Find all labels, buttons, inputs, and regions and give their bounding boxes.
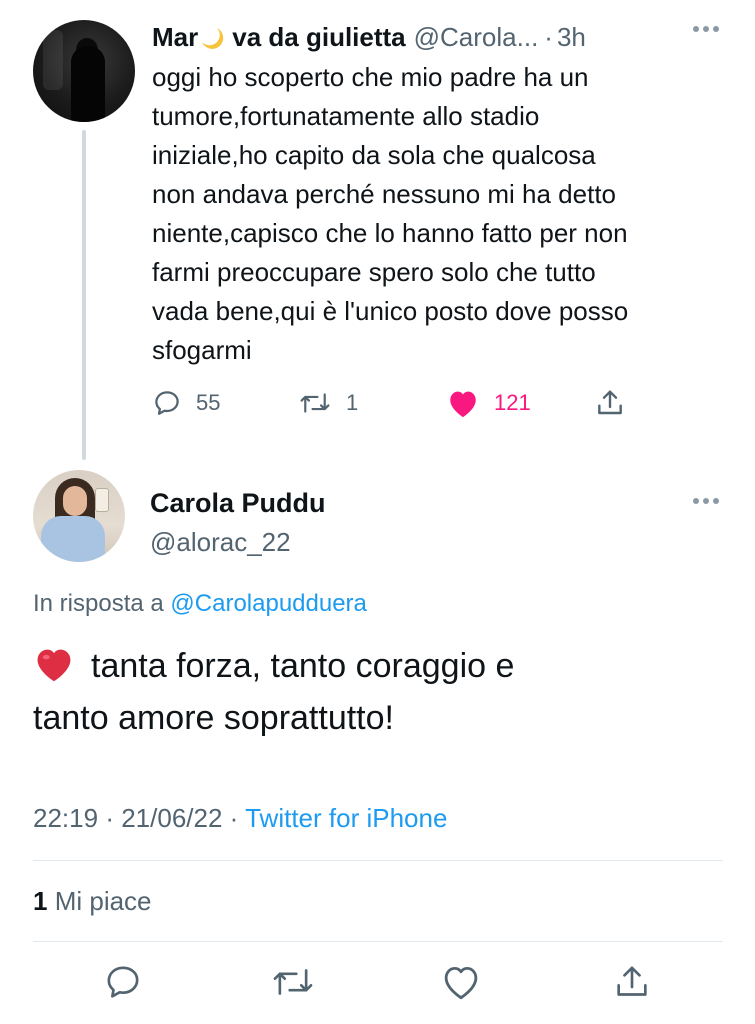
avatar[interactable] <box>33 20 135 122</box>
red-heart-emoji <box>33 645 75 683</box>
tweet-time[interactable]: 22:19 <box>33 803 98 833</box>
tweet-meta: 22:19 · 21/06/22 · Twitter for iPhone <box>33 803 447 834</box>
tweet-date[interactable]: 21/06/22 <box>121 803 222 833</box>
like-count: 1 <box>33 886 48 916</box>
tweet-actions: 55 1 121 <box>152 385 652 421</box>
display-name[interactable]: Carola Puddu <box>150 488 326 519</box>
reply-button[interactable] <box>103 962 143 1007</box>
reply-icon <box>103 966 143 1006</box>
heart-icon <box>446 387 480 419</box>
avatar[interactable] <box>33 470 125 562</box>
retweet-icon <box>270 969 316 1006</box>
reply-context: In risposta a @Carolapudduera <box>33 590 367 618</box>
reply-count: 55 <box>196 390 221 415</box>
display-name-part1: Mar <box>152 21 199 52</box>
share-icon <box>594 387 626 419</box>
retweet-icon <box>298 388 332 418</box>
retweet-button[interactable] <box>270 962 316 1007</box>
share-button[interactable] <box>594 385 626 421</box>
handle[interactable]: @alorac_22 <box>150 527 291 558</box>
separator: · <box>229 803 239 833</box>
more-icon[interactable] <box>690 22 722 40</box>
like-label: Mi piace <box>54 886 152 916</box>
parent-tweet[interactable]: Mar va da giulietta @Carola... · 3h oggi … <box>0 0 755 460</box>
retweet-count: 1 <box>346 390 359 415</box>
crescent-moon-icon <box>200 26 226 52</box>
share-icon <box>612 966 652 1006</box>
tweet-text-line1: tanta forza, tanto coraggio e <box>91 647 515 685</box>
like-button[interactable]: 121 <box>446 385 531 421</box>
thread-line <box>82 130 86 460</box>
reply-prefix: In risposta a <box>33 590 164 617</box>
like-count: 121 <box>494 390 531 415</box>
tweet-text: oggi ho scoperto che mio padre ha un tum… <box>152 62 629 365</box>
display-name-part2: va da giulietta <box>232 21 406 52</box>
heart-icon <box>440 966 482 1006</box>
share-button[interactable] <box>612 962 652 1007</box>
divider <box>33 941 723 942</box>
handle[interactable]: @Carola... <box>414 22 539 53</box>
likes-summary[interactable]: 1 Mi piace <box>33 886 152 917</box>
tweet-actions <box>0 962 755 1012</box>
tweet-header: Mar va da giulietta @Carola... · 3h <box>152 20 586 54</box>
display-name[interactable]: Mar va da giulietta <box>152 22 406 53</box>
tweet-source[interactable]: Twitter for iPhone <box>245 803 447 833</box>
reply-mention[interactable]: @Carolapudduera <box>170 590 367 617</box>
timestamp[interactable]: 3h <box>557 22 586 53</box>
reply-icon <box>152 388 182 418</box>
reply-button[interactable]: 55 <box>152 385 220 421</box>
separator: · <box>105 803 114 833</box>
like-button[interactable] <box>440 962 482 1007</box>
tweet-text-line2: tanto amore soprattutto! <box>33 699 394 737</box>
more-icon[interactable] <box>690 494 722 512</box>
tweet-text: tanta forza, tanto coraggio e tanto amor… <box>33 640 723 744</box>
retweet-button[interactable]: 1 <box>298 385 358 421</box>
divider <box>33 860 723 861</box>
separator: · <box>544 21 553 52</box>
